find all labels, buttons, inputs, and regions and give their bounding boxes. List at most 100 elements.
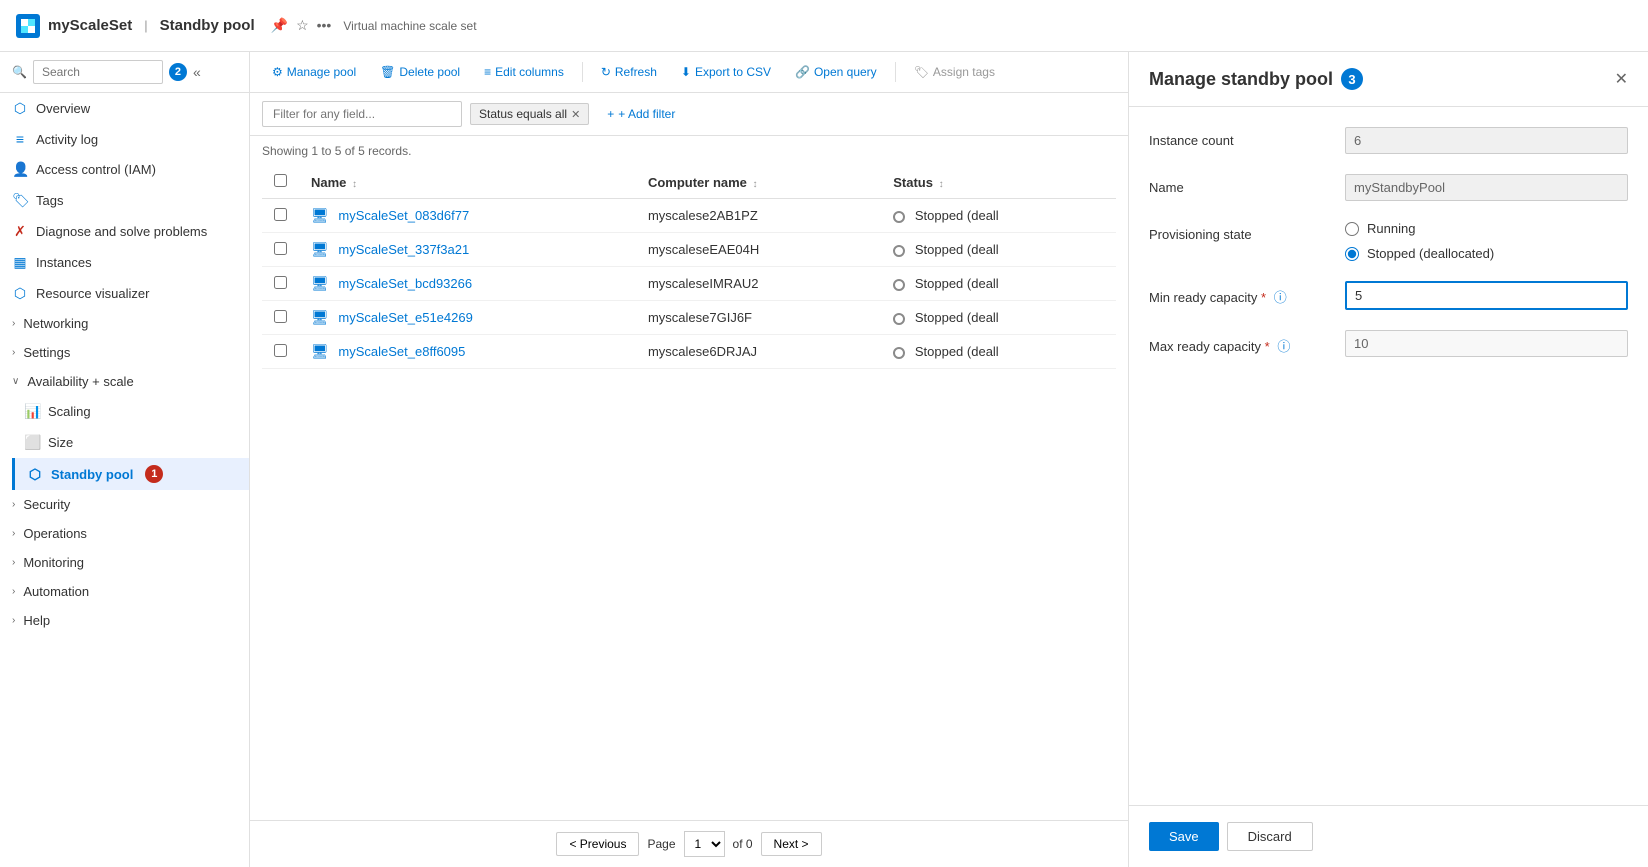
name-field-label: Name xyxy=(1149,174,1329,195)
sidebar-item-access-control[interactable]: 👤 Access control (IAM) xyxy=(0,154,249,185)
vm-name-link-1[interactable]: myScaleSet_337f3a21 xyxy=(338,242,469,257)
sidebar-item-operations[interactable]: › Operations xyxy=(0,519,249,548)
panel-badge-3: 3 xyxy=(1341,68,1363,90)
search-input[interactable] xyxy=(33,60,163,84)
row-checkbox-cell[interactable] xyxy=(262,267,299,301)
discard-button[interactable]: Discard xyxy=(1227,822,1313,851)
row-checkbox-cell[interactable] xyxy=(262,335,299,369)
edit-columns-button[interactable]: ≡ Edit columns xyxy=(474,60,574,84)
assign-tags-label: Assign tags xyxy=(933,65,995,79)
min-ready-info-icon[interactable]: ⓘ xyxy=(1274,290,1287,305)
row-checkbox-2[interactable] xyxy=(274,276,287,289)
assign-tags-icon: 🏷 xyxy=(914,65,929,79)
save-button[interactable]: Save xyxy=(1149,822,1219,851)
pin-icon[interactable]: 📌 xyxy=(271,17,288,34)
instance-count-input[interactable] xyxy=(1345,127,1628,154)
row-checkbox-1[interactable] xyxy=(274,242,287,255)
filter-tag-text: Status equals all xyxy=(479,107,567,121)
row-checkbox-0[interactable] xyxy=(274,208,287,221)
radio-stopped-item[interactable]: Stopped (deallocated) xyxy=(1345,246,1628,261)
add-filter-icon: + xyxy=(607,107,614,121)
status-value-1: Stopped (deall xyxy=(915,242,999,257)
sidebar-item-activity-log[interactable]: ≡ Activity log xyxy=(0,124,249,154)
row-name-cell: 🖥 myScaleSet_bcd93266 xyxy=(299,267,636,301)
sidebar-search-container: 🔍 2 « xyxy=(0,52,249,93)
vm-name-link-0[interactable]: myScaleSet_083d6f77 xyxy=(338,208,469,223)
sidebar-item-resource-viz[interactable]: ⬡ Resource visualizer xyxy=(0,278,249,309)
sidebar-item-security[interactable]: › Security xyxy=(0,490,249,519)
more-icon[interactable]: ••• xyxy=(317,17,332,34)
row-checkbox-cell[interactable] xyxy=(262,233,299,267)
name-column-header[interactable]: Name ↕ xyxy=(299,166,636,199)
sidebar-item-label: Help xyxy=(23,613,50,628)
access-control-icon: 👤 xyxy=(12,161,28,178)
delete-pool-button[interactable]: 🗑 Delete pool xyxy=(370,60,470,84)
max-ready-info-icon[interactable]: ⓘ xyxy=(1277,339,1290,354)
max-ready-input[interactable] xyxy=(1345,330,1628,357)
radio-running[interactable] xyxy=(1345,222,1359,236)
row-checkbox-4[interactable] xyxy=(274,344,287,357)
toolbar-separator-1 xyxy=(582,62,583,82)
min-ready-required: * xyxy=(1261,290,1266,305)
sidebar-item-overview[interactable]: ⬡ Overview xyxy=(0,93,249,124)
refresh-label: Refresh xyxy=(615,65,657,79)
sidebar-item-tags[interactable]: 🏷 Tags xyxy=(0,185,249,216)
sidebar-item-help[interactable]: › Help xyxy=(0,606,249,635)
row-status-cell: Stopped (deall xyxy=(881,301,1116,335)
sidebar-item-settings[interactable]: › Settings xyxy=(0,338,249,367)
table-row: 🖥 myScaleSet_bcd93266 myscaleseIMRAU2 St… xyxy=(262,267,1116,301)
manage-pool-button[interactable]: ⚙ Manage pool xyxy=(262,60,366,84)
resource-viz-icon: ⬡ xyxy=(12,285,28,302)
radio-stopped[interactable] xyxy=(1345,247,1359,261)
export-csv-button[interactable]: ⬇ Export to CSV xyxy=(671,60,781,84)
name-sort-icon[interactable]: ↕ xyxy=(352,179,357,190)
open-query-button[interactable]: 🔗 Open query xyxy=(785,60,887,84)
min-ready-label: Min ready capacity * ⓘ xyxy=(1149,281,1329,306)
select-all-checkbox[interactable] xyxy=(274,174,287,187)
status-column-header[interactable]: Status ↕ xyxy=(881,166,1116,199)
sidebar-item-monitoring[interactable]: › Monitoring xyxy=(0,548,249,577)
previous-button[interactable]: < Previous xyxy=(556,832,639,856)
refresh-button[interactable]: ↻ Refresh xyxy=(591,60,667,84)
radio-running-item[interactable]: Running xyxy=(1345,221,1628,236)
sidebar-item-availability[interactable]: ∨ Availability + scale xyxy=(0,367,249,396)
next-button[interactable]: Next > xyxy=(761,832,822,856)
sidebar-item-automation[interactable]: › Automation xyxy=(0,577,249,606)
row-computer-name-cell: myscaleseIMRAU2 xyxy=(636,267,881,301)
sidebar-item-networking[interactable]: › Networking xyxy=(0,309,249,338)
sidebar-item-size[interactable]: ⬜ Size xyxy=(12,427,249,458)
filter-input[interactable] xyxy=(262,101,462,127)
status-sort-icon[interactable]: ↕ xyxy=(939,179,944,190)
chevron-left-icon[interactable]: « xyxy=(193,64,201,80)
assign-tags-button[interactable]: 🏷 Assign tags xyxy=(904,60,1005,84)
row-checkbox-3[interactable] xyxy=(274,310,287,323)
name-input[interactable] xyxy=(1345,174,1628,201)
chevron-availability: ∨ xyxy=(12,376,19,387)
page-selector[interactable]: 1 xyxy=(684,831,725,857)
min-ready-input[interactable] xyxy=(1345,281,1628,310)
sidebar-item-instances[interactable]: ▦ Instances xyxy=(0,247,249,278)
sidebar-item-standby-pool[interactable]: ⬡ Standby pool 1 xyxy=(12,458,249,490)
status-icon-4 xyxy=(893,347,905,359)
select-all-header[interactable] xyxy=(262,166,299,199)
star-icon[interactable]: ☆ xyxy=(296,17,309,34)
row-checkbox-cell[interactable] xyxy=(262,301,299,335)
vm-name-link-3[interactable]: myScaleSet_e51e4269 xyxy=(338,310,472,325)
computer-name-column-header[interactable]: Computer name ↕ xyxy=(636,166,881,199)
add-filter-button[interactable]: + + Add filter xyxy=(597,103,685,125)
sidebar-item-label: Standby pool xyxy=(51,467,133,482)
panel-title: Manage standby pool xyxy=(1149,69,1333,90)
chevron-settings: › xyxy=(12,347,15,358)
row-checkbox-cell[interactable] xyxy=(262,199,299,233)
vm-name-link-4[interactable]: myScaleSet_e8ff6095 xyxy=(338,344,465,359)
panel-close-button[interactable]: ✕ xyxy=(1615,69,1628,89)
sidebar-item-scaling[interactable]: 📊 Scaling xyxy=(12,396,249,427)
vm-name-link-2[interactable]: myScaleSet_bcd93266 xyxy=(338,276,472,291)
computer-name-sort-icon[interactable]: ↕ xyxy=(753,179,758,190)
filter-tag-close[interactable]: ✕ xyxy=(571,108,580,121)
diagnose-icon: ✗ xyxy=(12,223,28,240)
overview-icon: ⬡ xyxy=(12,100,28,117)
chevron-automation: › xyxy=(12,586,15,597)
toolbar: ⚙ Manage pool 🗑 Delete pool ≡ Edit colum… xyxy=(250,52,1128,93)
sidebar-item-diagnose[interactable]: ✗ Diagnose and solve problems xyxy=(0,216,249,247)
